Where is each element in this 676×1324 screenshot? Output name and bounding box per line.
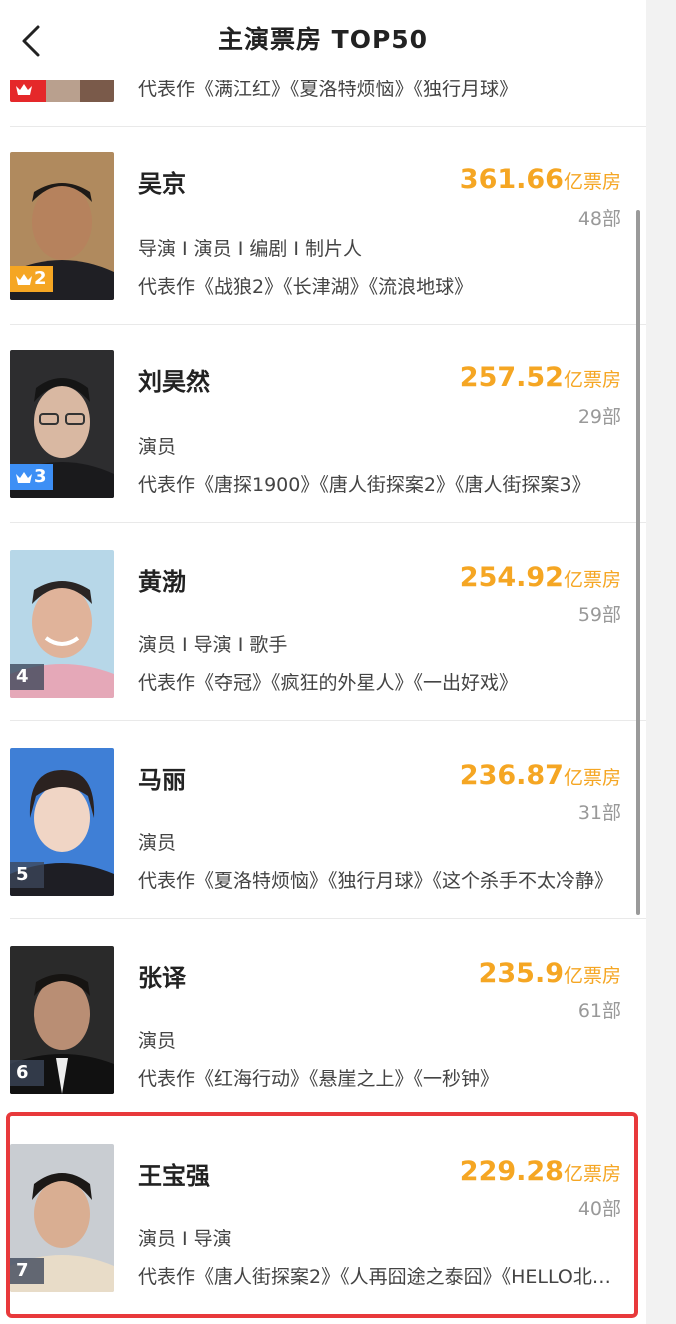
list-item[interactable]: 3 刘昊然 257.52亿票房 29部 演员 代表作《唐探1900》《唐人街探案…	[0, 326, 646, 523]
film-count: 31部	[577, 802, 621, 824]
box-office-value: 257.52	[459, 362, 564, 393]
box-office-value: 235.9	[478, 958, 564, 989]
roles: 演员	[138, 1030, 177, 1052]
actor-name: 刘昊然	[138, 368, 210, 396]
representative-works: 代表作《唐探1900》《唐人街探案2》《唐人街探案3》	[138, 474, 591, 496]
divider	[10, 522, 646, 523]
box-office: 236.87亿票房	[460, 760, 621, 791]
box-office-value: 254.92	[459, 562, 564, 593]
film-count: 59部	[577, 604, 621, 626]
rank-badge: 6	[10, 1060, 44, 1086]
side-gutter	[646, 0, 676, 1324]
actor-name: 张译	[138, 964, 186, 992]
highlight-box	[6, 1112, 638, 1318]
list-item[interactable]: 6 张译 235.9亿票房 61部 演员 代表作《红海行动》《悬崖之上》《一秒钟…	[0, 920, 646, 1116]
representative-works: 代表作《夺冠》《疯狂的外星人》《一出好戏》	[138, 672, 519, 694]
box-office: 235.9亿票房	[479, 958, 621, 989]
film-count: 48部	[577, 208, 621, 230]
actor-name: 黄渤	[138, 568, 186, 596]
crown-icon	[16, 472, 32, 483]
divider	[10, 324, 646, 325]
top-bar: 主演票房 TOP50	[0, 0, 646, 80]
representative-works: 代表作《红海行动》《悬崖之上》《一秒钟》	[138, 1068, 500, 1090]
roles: 演员	[138, 436, 177, 458]
crown-icon	[16, 274, 32, 285]
divider	[10, 126, 646, 127]
rank-number: 2	[34, 268, 47, 289]
box-office-unit: 亿票房	[563, 767, 621, 789]
representative-works: 代表作《夏洛特烦恼》《独行月球》《这个杀手不太冷静》	[138, 870, 614, 892]
ranking-page: 主演票房 TOP50 代表作《满江红》《夏洛特烦恼》《独行月球》 2 吴京 36…	[0, 0, 646, 1324]
actor-name: 马丽	[138, 766, 186, 794]
rank-badge: 3	[10, 464, 53, 490]
rank-badge: 2	[10, 266, 53, 292]
box-office-unit: 亿票房	[563, 369, 621, 391]
scrollbar[interactable]	[636, 210, 640, 915]
rank-number: 3	[34, 466, 47, 487]
page-title: 主演票房 TOP50	[217, 25, 429, 54]
box-office: 361.66亿票房	[460, 164, 621, 195]
divider	[10, 720, 646, 721]
rank-number: 5	[16, 864, 29, 885]
avatar: 3	[10, 350, 114, 498]
actor-name: 吴京	[138, 170, 186, 198]
box-office-value: 236.87	[459, 760, 564, 791]
list-item[interactable]: 4 黄渤 254.92亿票房 59部 演员 I 导演 I 歌手 代表作《夺冠》《…	[0, 524, 646, 721]
film-count: 61部	[577, 1000, 621, 1022]
avatar: 5	[10, 748, 114, 896]
avatar: 2	[10, 152, 114, 300]
rank-number: 4	[16, 666, 29, 687]
divider	[10, 918, 646, 919]
rank-badge: 5	[10, 862, 44, 888]
roles: 导演 I 演员 I 编剧 I 制片人	[138, 238, 363, 260]
box-office: 254.92亿票房	[460, 562, 621, 593]
roles: 演员 I 导演 I 歌手	[138, 634, 288, 656]
roles: 演员	[138, 832, 177, 854]
list-item[interactable]: 2 吴京 361.66亿票房 48部 导演 I 演员 I 编剧 I 制片人 代表…	[0, 128, 646, 325]
representative-works: 代表作《战狼2》《长津湖》《流浪地球》	[138, 276, 474, 298]
box-office-unit: 亿票房	[563, 569, 621, 591]
box-office-value: 361.66	[459, 164, 564, 195]
film-count: 29部	[577, 406, 621, 428]
box-office-unit: 亿票房	[563, 965, 621, 987]
list-item[interactable]: 5 马丽 236.87亿票房 31部 演员 代表作《夏洛特烦恼》《独行月球》《这…	[0, 722, 646, 919]
avatar: 4	[10, 550, 114, 698]
crown-icon	[16, 84, 32, 95]
avatar: 6	[10, 946, 114, 1094]
rank-number: 6	[16, 1062, 29, 1083]
box-office: 257.52亿票房	[460, 362, 621, 393]
box-office-unit: 亿票房	[563, 171, 621, 193]
rank-badge: 4	[10, 664, 44, 690]
